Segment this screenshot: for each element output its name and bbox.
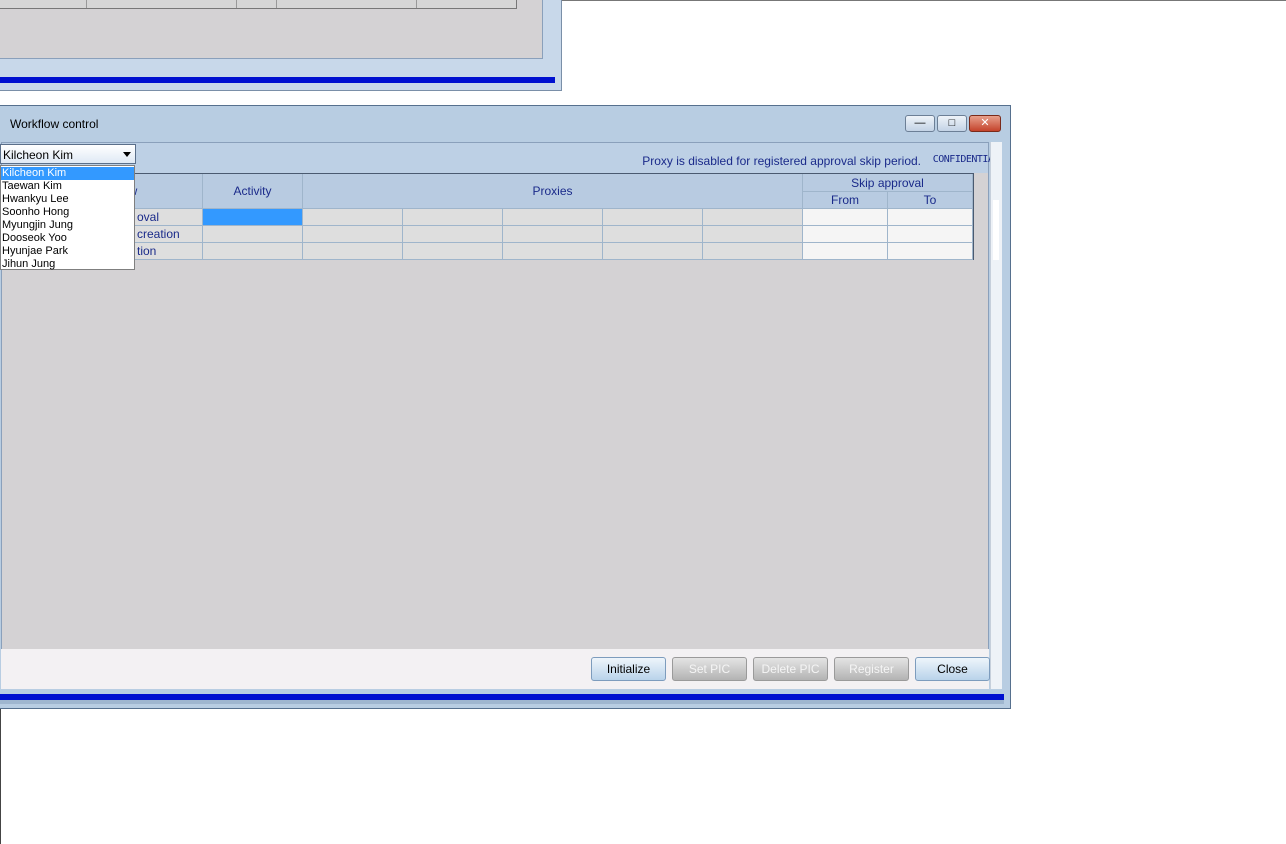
proxy-cell[interactable] bbox=[503, 226, 603, 243]
maximize-button[interactable]: □ bbox=[937, 115, 967, 132]
dropdown-option[interactable]: Soonho Hong bbox=[1, 206, 134, 219]
scrollbar-thumb[interactable] bbox=[993, 200, 999, 260]
proxy-cell[interactable] bbox=[603, 226, 703, 243]
proxy-cell[interactable] bbox=[703, 226, 803, 243]
dropdown-option[interactable]: Taewan Kim bbox=[1, 180, 134, 193]
skip-to-cell[interactable] bbox=[888, 209, 973, 226]
skip-from-cell[interactable] bbox=[803, 226, 888, 243]
dropdown-option[interactable]: Hyunjae Park bbox=[1, 245, 134, 258]
bg-col-divider bbox=[276, 0, 277, 8]
desktop-divider-line bbox=[562, 0, 1286, 1]
maximize-icon: □ bbox=[948, 117, 956, 129]
activity-cell[interactable] bbox=[203, 243, 303, 260]
initialize-button[interactable]: Initialize bbox=[591, 657, 666, 681]
proxy-cell[interactable] bbox=[603, 243, 703, 260]
skip-to-cell[interactable] bbox=[888, 226, 973, 243]
minimize-button[interactable]: — bbox=[905, 115, 935, 132]
workflow-grid: ow Activity Proxies Skip approval From T… bbox=[2, 173, 974, 260]
activity-cell[interactable] bbox=[203, 226, 303, 243]
window-client-area: Proxy is disabled for registered approva… bbox=[1, 142, 1000, 689]
activity-column-header: Activity bbox=[203, 174, 303, 209]
proxy-cell[interactable] bbox=[503, 209, 603, 226]
proxy-cell[interactable] bbox=[303, 243, 403, 260]
user-dropdown-list[interactable]: Kilcheon Kim Taewan Kim Hwankyu Lee Soon… bbox=[0, 165, 135, 270]
skip-to-cell[interactable] bbox=[888, 243, 973, 260]
register-button[interactable]: Register bbox=[834, 657, 909, 681]
proxy-cell[interactable] bbox=[403, 243, 503, 260]
proxy-message: Proxy is disabled for registered approva… bbox=[642, 154, 921, 168]
proxy-cell[interactable] bbox=[303, 209, 403, 226]
bg-col-divider bbox=[236, 0, 237, 8]
proxy-cell[interactable] bbox=[703, 209, 803, 226]
chevron-down-icon[interactable] bbox=[123, 152, 131, 157]
window-title: Workflow control bbox=[10, 117, 99, 131]
background-table-header bbox=[0, 0, 517, 9]
background-window[interactable] bbox=[0, 0, 562, 91]
proxy-cell[interactable] bbox=[303, 226, 403, 243]
dropdown-option[interactable]: Myungjin Jung bbox=[1, 219, 134, 232]
workflow-control-window[interactable]: Workflow control — □ ✕ Proxy is disabled… bbox=[0, 105, 1011, 709]
minimize-icon: — bbox=[914, 117, 926, 129]
proxy-cell[interactable] bbox=[603, 209, 703, 226]
proxy-cell[interactable] bbox=[503, 243, 603, 260]
user-select[interactable]: Kilcheon Kim bbox=[0, 144, 136, 164]
to-column-header: To bbox=[888, 192, 973, 209]
vertical-scrollbar[interactable] bbox=[990, 142, 1002, 689]
set-pic-button[interactable]: Set PIC bbox=[672, 657, 747, 681]
skip-from-cell[interactable] bbox=[803, 209, 888, 226]
skip-from-cell[interactable] bbox=[803, 243, 888, 260]
close-icon: ✕ bbox=[980, 117, 990, 129]
dropdown-option[interactable]: Jihun Jung bbox=[1, 258, 134, 271]
desktop-divider-line bbox=[0, 708, 1, 844]
title-bar[interactable]: Workflow control — □ ✕ bbox=[0, 106, 1010, 142]
bg-col-divider bbox=[86, 0, 87, 8]
proxy-cell[interactable] bbox=[703, 243, 803, 260]
user-select-value: Kilcheon Kim bbox=[3, 148, 74, 162]
dropdown-option[interactable]: Kilcheon Kim bbox=[1, 167, 134, 180]
skip-approval-header: Skip approval bbox=[803, 174, 973, 192]
from-column-header: From bbox=[803, 192, 888, 209]
close-window-button[interactable]: ✕ bbox=[969, 115, 1001, 132]
bg-col-divider bbox=[416, 0, 417, 8]
dropdown-option[interactable]: Dooseok Yoo bbox=[1, 232, 134, 245]
background-window-client bbox=[0, 0, 543, 59]
proxy-cell[interactable] bbox=[403, 209, 503, 226]
proxy-cell[interactable] bbox=[403, 226, 503, 243]
delete-pic-button[interactable]: Delete PIC bbox=[753, 657, 828, 681]
close-button[interactable]: Close bbox=[915, 657, 990, 681]
toolbar-area: Proxy is disabled for registered approva… bbox=[2, 143, 1000, 173]
activity-cell-selected[interactable] bbox=[203, 209, 303, 226]
background-window-status-bar bbox=[0, 77, 555, 83]
proxies-column-header: Proxies bbox=[303, 174, 803, 209]
status-bar-bottom bbox=[0, 700, 1004, 704]
dropdown-option[interactable]: Hwankyu Lee bbox=[1, 193, 134, 206]
